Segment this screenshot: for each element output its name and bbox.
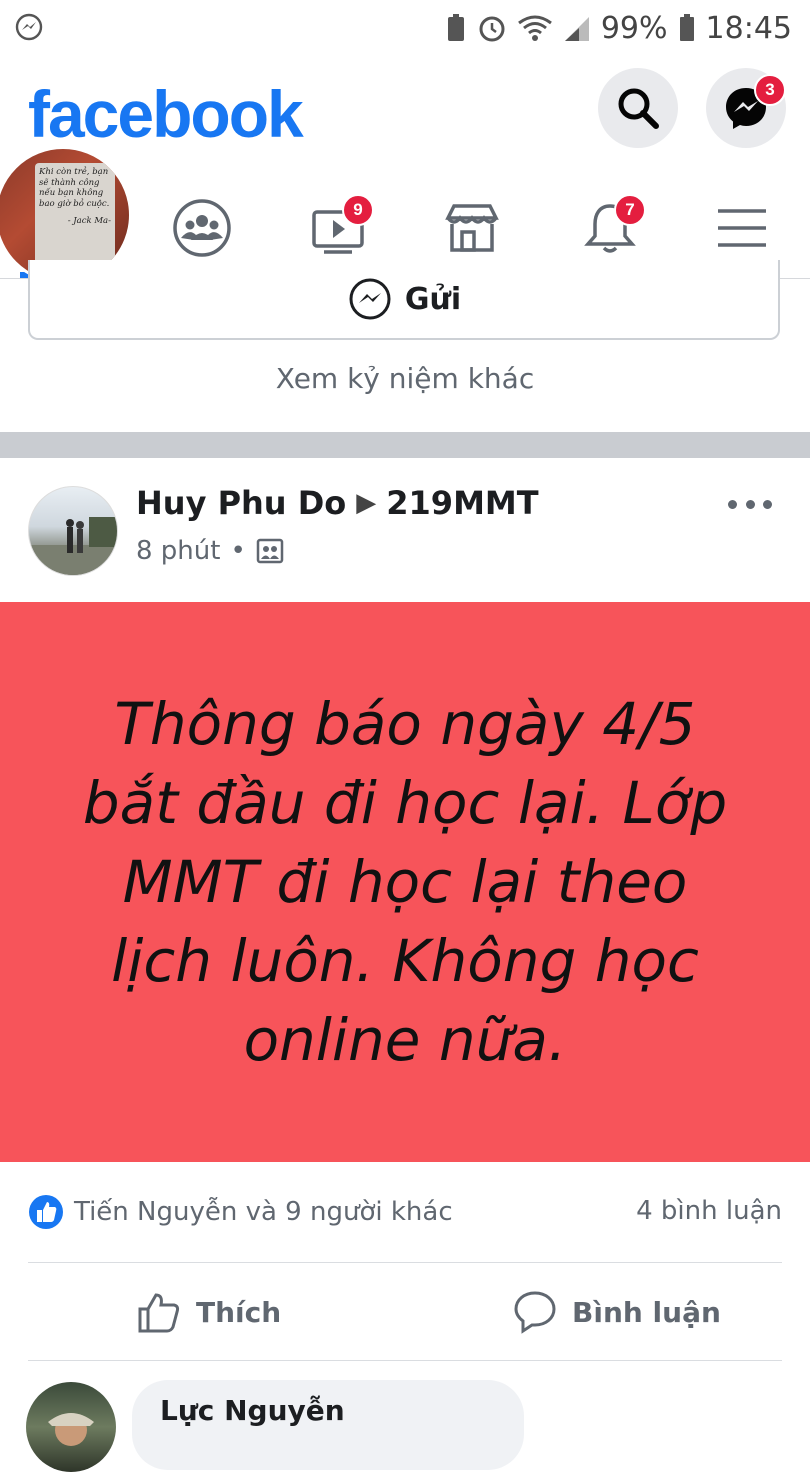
- marketplace-icon: [445, 204, 499, 252]
- battery-percent: 99%: [600, 10, 668, 46]
- tab-marketplace[interactable]: [432, 188, 512, 268]
- like-button[interactable]: Thích: [136, 1284, 281, 1340]
- like-reaction-icon: [29, 1195, 63, 1229]
- more-dot-icon: [745, 499, 755, 509]
- commenter-avatar[interactable]: [26, 1382, 116, 1472]
- signal-icon: [563, 13, 591, 43]
- clock-time: 18:45: [705, 10, 792, 46]
- send-memory-button[interactable]: Gửi: [28, 260, 780, 340]
- arrow-right-icon: ▶: [356, 488, 377, 518]
- battery-saver-icon: [445, 13, 467, 43]
- comment-label: Bình luận: [572, 1295, 721, 1329]
- app-header: facebook 3: [0, 56, 810, 156]
- like-label: Thích: [196, 1295, 282, 1329]
- reactions-summary[interactable]: Tiến Nguyễn và 9 người khác: [28, 1194, 453, 1230]
- avatar-photo: [48, 1413, 94, 1446]
- post-group-name[interactable]: 219MMT: [386, 484, 538, 522]
- messenger-badge: 3: [754, 74, 786, 106]
- comment-button[interactable]: Bình luận: [512, 1284, 721, 1340]
- post-background[interactable]: Thông báo ngày 4/5 bắt đầu đi học lại. L…: [0, 602, 810, 1162]
- commenter-name[interactable]: Lực Nguyễn: [160, 1394, 345, 1427]
- post-meta: 8 phút •: [136, 536, 284, 566]
- meta-dot: •: [230, 536, 246, 566]
- group-privacy-icon: [256, 538, 284, 564]
- reactions-text: Tiến Nguyễn và 9 người khác: [74, 1197, 453, 1227]
- feed-divider: [0, 432, 810, 458]
- comment-icon: [514, 1291, 556, 1334]
- watch-badge: 9: [342, 194, 374, 226]
- alarm-icon: [477, 13, 507, 43]
- comment-count[interactable]: 4 bình luận: [636, 1196, 782, 1226]
- profile-quote-card: Khi còn trẻ, bạn sẽ thành công nếu bạn k…: [35, 163, 115, 271]
- more-dot-icon: [728, 499, 737, 509]
- status-bar: 99% 18:45: [0, 0, 810, 56]
- tab-watch[interactable]: 9: [298, 188, 378, 268]
- divider: [28, 1360, 782, 1361]
- profile-quote-author: - Jack Ma-: [67, 215, 111, 226]
- more-memories-link[interactable]: Xem kỷ niệm khác: [0, 362, 810, 395]
- post-time[interactable]: 8 phút: [136, 536, 220, 566]
- messenger-notification-icon: [15, 13, 43, 41]
- notifications-badge: 7: [614, 194, 646, 226]
- messenger-icon: [349, 278, 391, 320]
- profile-quote-text: Khi còn trẻ, bạn sẽ thành công nếu bạn k…: [39, 167, 110, 209]
- wifi-icon: [517, 13, 553, 43]
- battery-icon: [678, 13, 696, 43]
- divider: [28, 1262, 782, 1263]
- tab-menu[interactable]: [702, 188, 782, 268]
- post-author-name[interactable]: Huy Phu Do: [136, 484, 346, 522]
- tab-notifications[interactable]: 7: [570, 188, 650, 268]
- search-icon: [618, 88, 659, 129]
- more-dot-icon: [763, 499, 772, 509]
- hamburger-menu-icon: [718, 209, 766, 247]
- facebook-logo[interactable]: facebook: [28, 76, 304, 152]
- thumbs-up-icon: [138, 1293, 180, 1333]
- search-button[interactable]: [598, 68, 678, 148]
- post-text: Thông báo ngày 4/5 bắt đầu đi học lại. L…: [82, 689, 728, 1074]
- send-label: Gửi: [404, 281, 462, 317]
- messenger-button[interactable]: 3: [706, 68, 786, 148]
- tab-groups[interactable]: [162, 188, 242, 268]
- post-options-button[interactable]: [728, 486, 772, 522]
- status-icons: 99% 18:45: [445, 8, 792, 48]
- post-author-avatar[interactable]: [28, 486, 118, 576]
- avatar-photo: [29, 517, 117, 575]
- post-author-line: Huy Phu Do ▶ 219MMT: [136, 484, 539, 522]
- groups-icon: [173, 199, 231, 257]
